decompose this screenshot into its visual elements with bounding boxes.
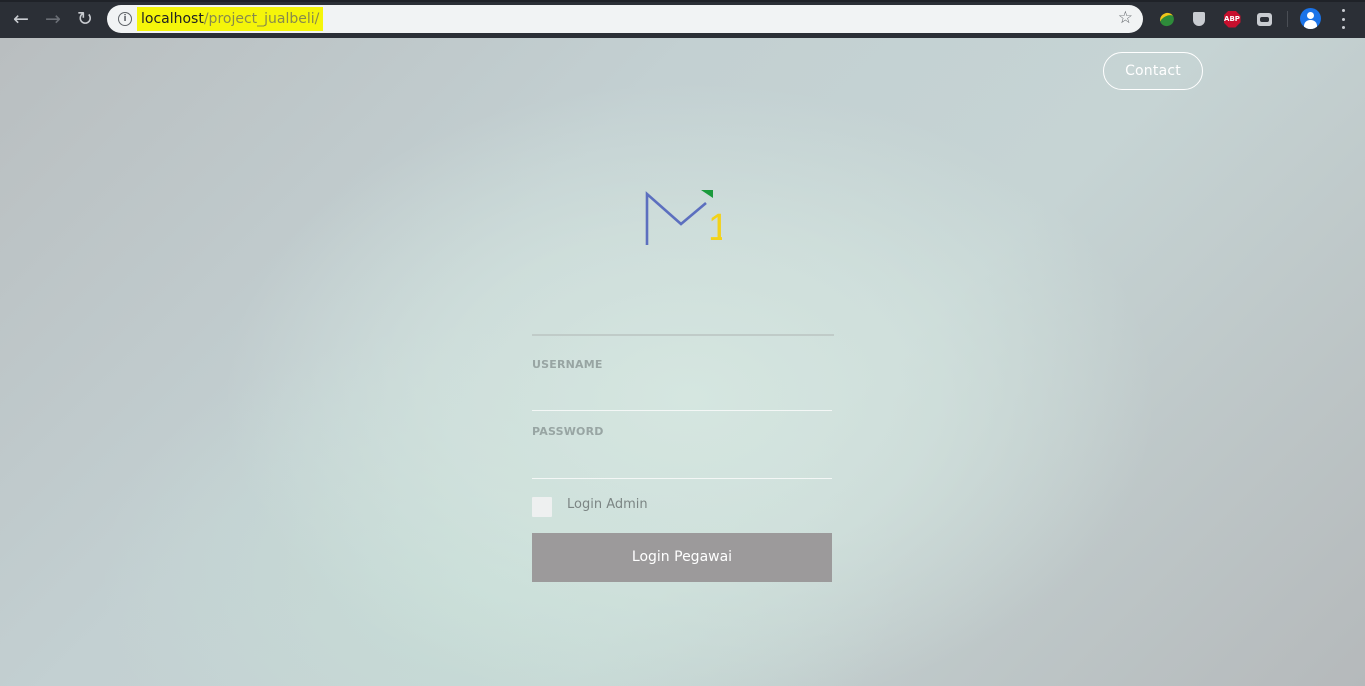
login-button[interactable]: Login Pegawai (532, 533, 832, 582)
profile-avatar[interactable] (1300, 8, 1321, 29)
password-input[interactable] (532, 452, 832, 479)
browser-menu-icon[interactable] (1336, 9, 1350, 29)
chat-extension-icon[interactable] (1255, 10, 1273, 28)
username-input[interactable] (532, 384, 832, 411)
url-path: /project_jualbeli/ (203, 11, 320, 27)
password-label: PASSWORD (532, 425, 604, 438)
adblock-extension-icon[interactable]: ABP (1223, 10, 1241, 28)
logo-digit: 1 (708, 207, 722, 248)
bookmark-star-icon[interactable]: ☆ (1118, 8, 1133, 28)
browser-toolbar: ← → ↻ i localhost/project_jualbeli/ ☆ AB… (0, 0, 1365, 38)
forward-arrow-icon[interactable]: → (41, 7, 65, 31)
logo-flag (701, 190, 713, 198)
toolbar-divider (1287, 11, 1288, 27)
login-admin-checkbox[interactable] (532, 497, 552, 517)
form-top-divider (532, 334, 834, 336)
brand-logo: 1 (645, 190, 722, 248)
url-text[interactable]: localhost/project_jualbeli/ (137, 7, 324, 31)
download-manager-extension-icon[interactable] (1157, 10, 1177, 28)
contact-button[interactable]: Contact (1103, 52, 1203, 90)
login-admin-label[interactable]: Login Admin (567, 497, 648, 512)
logo-letter-m (645, 191, 707, 245)
reload-icon[interactable]: ↻ (73, 7, 97, 31)
tab-strip (0, 0, 1365, 2)
username-label: USERNAME (532, 358, 603, 371)
shield-extension-icon[interactable] (1190, 10, 1208, 28)
login-page: Contact 1 USERNAME PASSWORD Login Admin … (0, 38, 1365, 686)
site-info-icon[interactable]: i (118, 12, 132, 26)
address-bar[interactable]: i localhost/project_jualbeli/ ☆ (107, 5, 1143, 33)
url-host: localhost (141, 11, 204, 27)
back-arrow-icon[interactable]: ← (9, 7, 33, 31)
